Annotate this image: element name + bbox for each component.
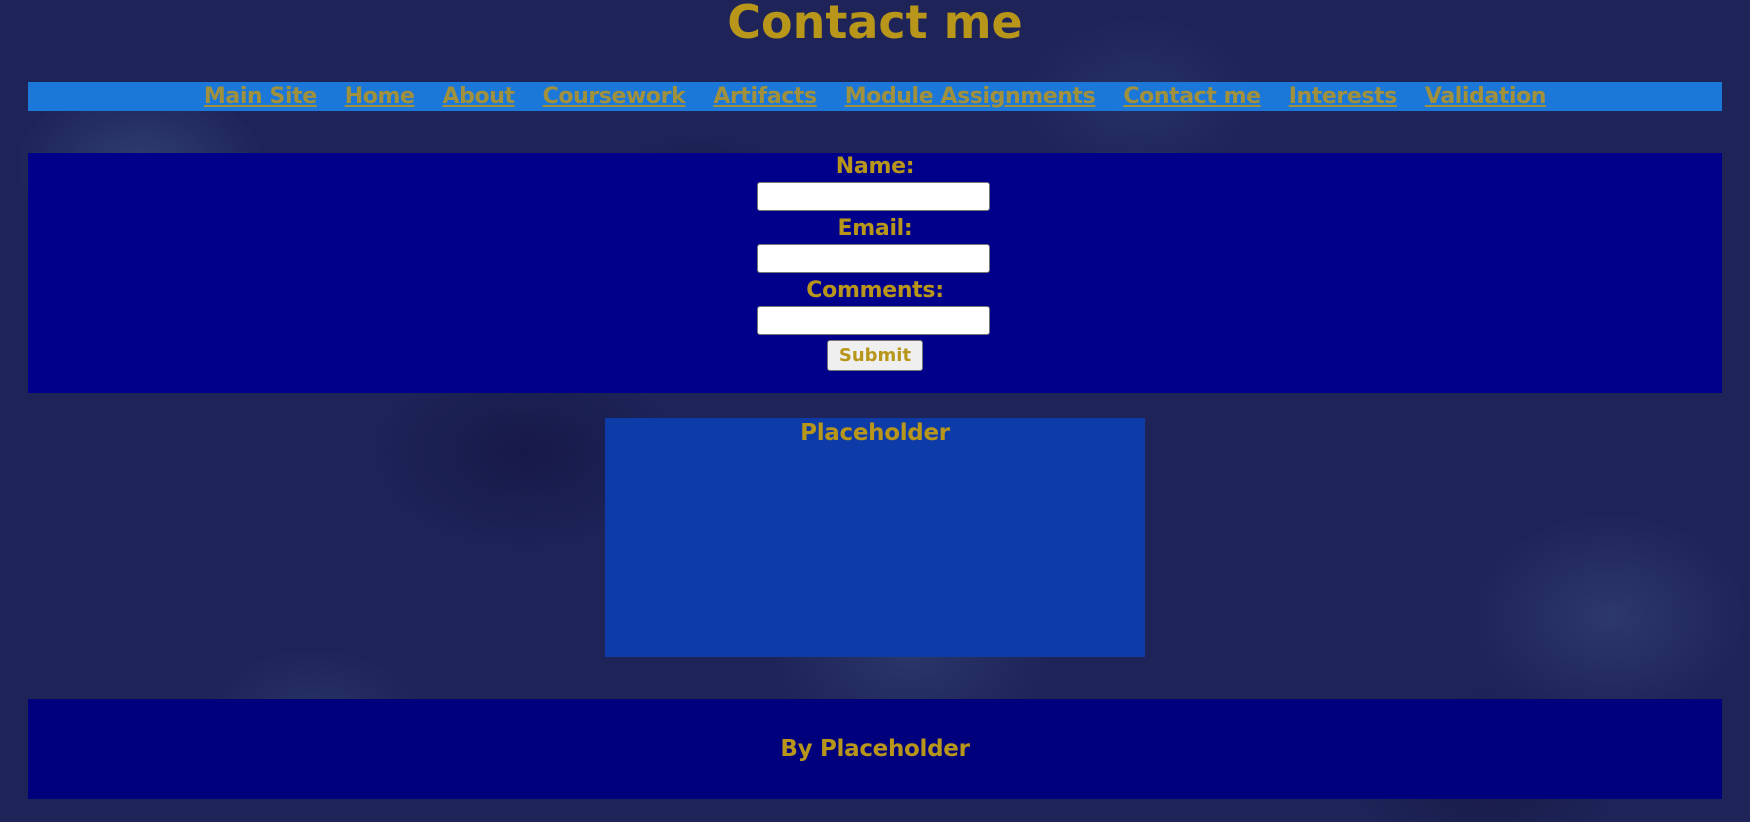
nav-link-main-site[interactable]: Main Site [204,84,317,109]
email-input[interactable] [757,244,990,273]
nav-link-validation[interactable]: Validation [1425,84,1547,109]
comments-input[interactable] [757,306,990,335]
nav-link-home[interactable]: Home [345,84,415,109]
name-label: Name: [835,154,915,179]
placeholder-box: Placeholder [605,418,1145,657]
placeholder-title: Placeholder [800,420,950,446]
name-input[interactable] [757,182,990,211]
nav-link-module-assignments[interactable]: Module Assignments [845,84,1096,109]
nav-link-contact-me[interactable]: Contact me [1123,84,1261,109]
submit-button[interactable]: Submit [827,340,923,371]
footer-text: By Placeholder [780,736,970,762]
nav-link-about[interactable]: About [443,84,515,109]
page-title: Contact me [727,0,1023,49]
nav-link-coursework[interactable]: Coursework [543,84,686,109]
email-label: Email: [837,216,913,241]
comments-label: Comments: [806,278,944,303]
nav-link-interests[interactable]: Interests [1289,84,1398,109]
footer: By Placeholder [28,699,1722,799]
nav-link-artifacts[interactable]: Artifacts [713,84,817,109]
contact-form-panel: Name: Email: Comments: Submit [28,153,1722,393]
nav-bar: Main Site Home About Coursework Artifact… [28,82,1722,111]
